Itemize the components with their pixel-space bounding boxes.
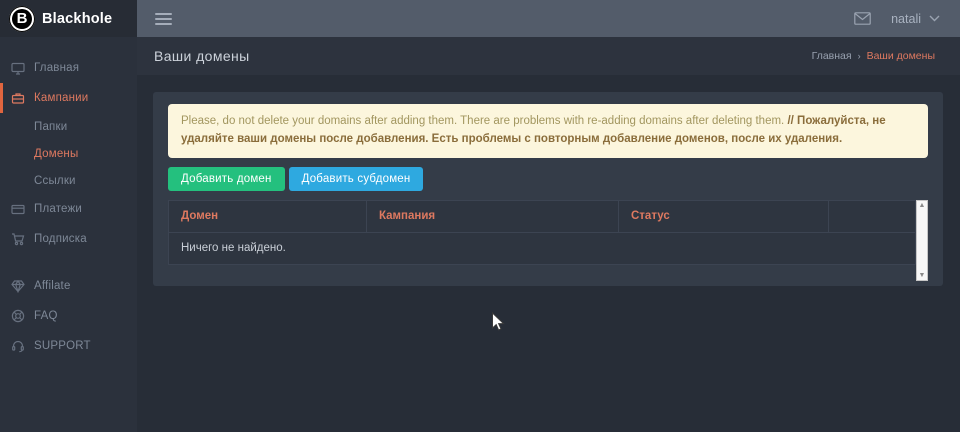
sidebar-item-domains[interactable]: Домены <box>0 140 137 167</box>
warning-text-en: Please, do not delete your domains after… <box>181 115 784 127</box>
sidebar-item-label: Платежи <box>34 203 82 215</box>
sidebar-nav: Главная Кампании Папки Домены Ссылки <box>0 37 137 361</box>
sidebar-item-links[interactable]: Ссылки <box>0 167 137 194</box>
page-header: Ваши домены Главная › Ваши домены <box>137 37 960 75</box>
column-header-actions <box>829 201 915 232</box>
headset-icon <box>11 339 25 353</box>
topbar: natali <box>137 0 960 37</box>
sidebar-item-label: Подписка <box>34 233 87 245</box>
sidebar-item-label: Главная <box>34 62 79 74</box>
sidebar-item-faq[interactable]: FAQ <box>0 301 137 331</box>
breadcrumb-separator-icon: › <box>858 51 861 61</box>
page-title: Ваши домены <box>154 48 250 64</box>
sidebar-item-folders[interactable]: Папки <box>0 113 137 140</box>
sidebar-item-main[interactable]: Главная <box>0 53 137 83</box>
sidebar-item-label: Affilate <box>34 280 71 292</box>
briefcase-icon <box>11 91 25 105</box>
add-subdomain-button[interactable]: Добавить субдомен <box>289 167 424 191</box>
column-header-status[interactable]: Статус <box>619 201 829 232</box>
actions-row: Добавить домен Добавить субдомен <box>168 167 928 191</box>
sidebar-item-label: Папки <box>34 121 67 133</box>
sidebar: B Blackhole Главная Кампании Папки Домен… <box>0 0 137 432</box>
sidebar-item-label: FAQ <box>34 310 58 322</box>
sidebar-item-campaigns[interactable]: Кампании <box>0 83 137 113</box>
username: natali <box>891 12 921 26</box>
sidebar-item-label: SUPPORT <box>34 340 91 352</box>
credit-card-icon <box>11 202 25 216</box>
breadcrumb-current: Ваши домены <box>867 50 935 62</box>
breadcrumb: Главная › Ваши домены <box>812 50 935 62</box>
sidebar-item-payments[interactable]: Платежи <box>0 194 137 224</box>
sidebar-item-label: Ссылки <box>34 175 76 187</box>
sidebar-item-label: Домены <box>34 148 78 160</box>
blackhole-logo-icon: B <box>9 6 35 32</box>
sidebar-spacer <box>0 254 137 271</box>
gem-icon <box>11 279 25 293</box>
breadcrumb-home-link[interactable]: Главная <box>812 50 852 62</box>
lifebuoy-icon <box>11 309 25 323</box>
sidebar-item-support[interactable]: SUPPORT <box>0 331 137 361</box>
brand-name: Blackhole <box>42 11 112 27</box>
cart-icon <box>11 232 25 246</box>
chevron-down-icon <box>929 15 940 22</box>
main-area: natali Ваши домены Главная › Ваши домены… <box>137 0 960 432</box>
content-area: Please, do not delete your domains after… <box>137 75 960 432</box>
table-empty-row: Ничего не найдено. <box>168 233 916 265</box>
brand-logo[interactable]: B Blackhole <box>0 0 137 37</box>
add-domain-button[interactable]: Добавить домен <box>168 167 285 191</box>
sidebar-item-label: Кампании <box>34 92 88 104</box>
warning-alert: Please, do not delete your domains after… <box>168 104 928 158</box>
scroll-down-icon[interactable]: ▼ <box>917 271 927 280</box>
menu-toggle-icon[interactable] <box>153 9 174 29</box>
topbar-right: natali <box>854 12 940 26</box>
app-window: B Blackhole Главная Кампании Папки Домен… <box>0 0 960 432</box>
user-menu[interactable]: natali <box>891 12 940 26</box>
sidebar-item-subscription[interactable]: Подписка <box>0 224 137 254</box>
monitor-icon <box>11 61 25 75</box>
domains-table: Домен Кампания Статус Ничего не найдено.… <box>168 200 928 281</box>
warning-separator: // <box>787 115 793 127</box>
sidebar-item-affiliate[interactable]: Affilate <box>0 271 137 301</box>
column-header-domain[interactable]: Домен <box>169 201 367 232</box>
column-header-campaign[interactable]: Кампания <box>367 201 619 232</box>
table-header-row: Домен Кампания Статус <box>168 200 916 233</box>
table-scrollbar[interactable]: ▲ ▼ <box>916 200 928 281</box>
empty-message: Ничего не найдено. <box>181 242 286 254</box>
domains-panel: Please, do not delete your domains after… <box>153 92 943 286</box>
messages-envelope-icon[interactable] <box>854 12 871 25</box>
scroll-up-icon[interactable]: ▲ <box>917 201 927 210</box>
